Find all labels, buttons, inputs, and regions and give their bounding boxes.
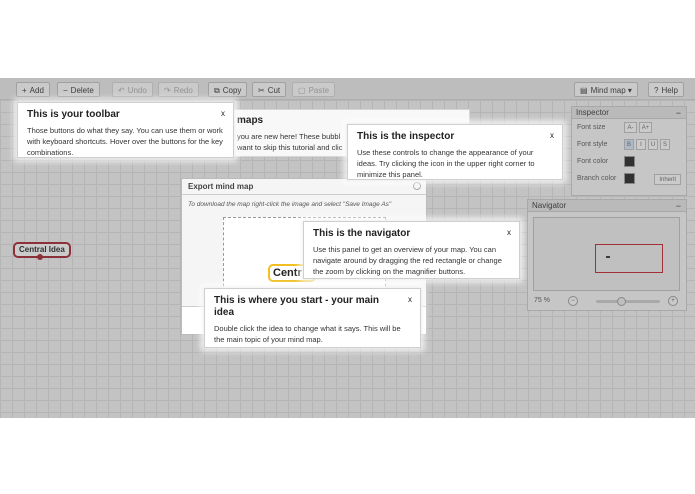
bubble-body: Use these controls to change the appeara… xyxy=(357,148,535,179)
bubble-title: This is the navigator xyxy=(313,228,411,239)
bubble-body: Those buttons do what they say. You can … xyxy=(27,126,223,157)
toolbar-tutorial-bubble: This is your toolbar x Those buttons do … xyxy=(17,102,234,158)
export-dialog-title: Export mind map xyxy=(182,179,426,195)
bubble-title: This is where you start - your main idea xyxy=(214,295,380,318)
mindmaps-app: + Add − Delete ↶ Undo ↷ Redo ⧉ Copy ✂ Cut ▢ Pas… xyxy=(0,78,695,418)
close-icon[interactable]: x xyxy=(507,228,511,237)
close-icon[interactable]: x xyxy=(408,295,412,304)
navigator-tutorial-bubble: This is the navigator x Use this panel t… xyxy=(303,221,520,279)
bubble-body: Use this panel to get an overview of you… xyxy=(313,245,502,276)
export-hint: To download the map right-click the imag… xyxy=(188,201,392,208)
close-icon[interactable]: x xyxy=(550,131,554,140)
bubble-title: This is your toolbar xyxy=(27,109,120,120)
start-tutorial-bubble: This is where you start - your main idea… xyxy=(204,288,421,348)
close-icon[interactable]: x xyxy=(221,109,225,118)
bubble-body: Double click the idea to change what it … xyxy=(214,324,401,344)
bubble-title: This is the inspector xyxy=(357,131,455,142)
inspector-tutorial-bubble: This is the inspector x Use these contro… xyxy=(347,124,563,180)
close-icon[interactable] xyxy=(413,182,421,190)
